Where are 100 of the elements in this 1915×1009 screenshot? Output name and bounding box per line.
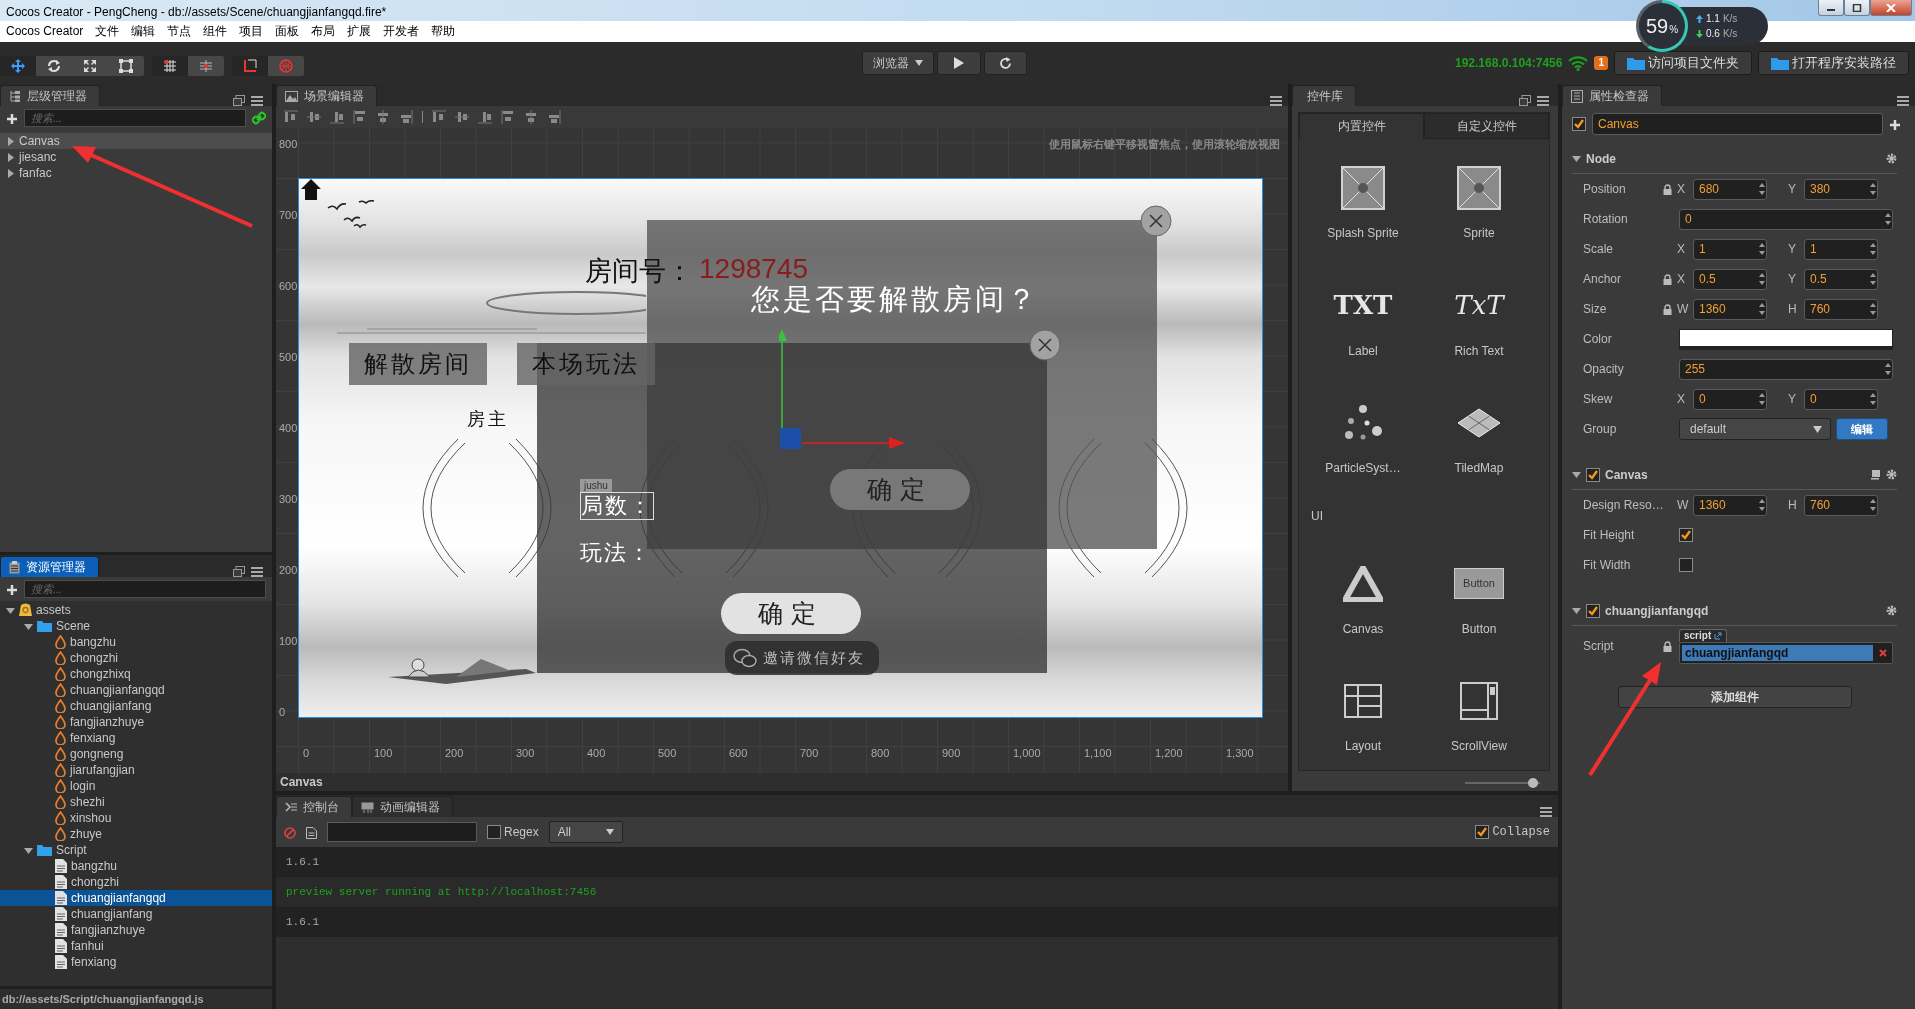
library-tab[interactable]: 内置控件 xyxy=(1299,113,1424,139)
number-field[interactable]: 1360 xyxy=(1693,494,1767,516)
checkbox[interactable] xyxy=(487,825,501,839)
menu-item[interactable]: 项目 xyxy=(233,21,270,42)
checkbox[interactable] xyxy=(1679,528,1693,542)
align-icon[interactable] xyxy=(307,110,321,124)
checkbox[interactable] xyxy=(1475,825,1490,839)
expanded-arrow-icon[interactable] xyxy=(1572,154,1581,163)
align-icon[interactable] xyxy=(353,110,367,124)
menu-item[interactable]: 开发者 xyxy=(377,21,426,42)
confirm-button[interactable]: 确定 xyxy=(721,593,861,634)
align-icon[interactable] xyxy=(455,110,469,124)
group-dropdown[interactable]: default xyxy=(1679,418,1831,440)
tree-item[interactable]: chuangjianfang xyxy=(0,906,272,922)
tree-item[interactable]: Scene xyxy=(0,618,272,634)
expanded-arrow-icon[interactable] xyxy=(24,621,33,631)
align-icon[interactable] xyxy=(330,110,344,124)
tree-item[interactable]: chuangjianfangqd xyxy=(0,890,272,906)
panel-tab[interactable]: 控件库 xyxy=(1292,85,1356,106)
expanded-arrow-icon[interactable] xyxy=(1572,470,1581,479)
refresh-button[interactable] xyxy=(984,51,1027,75)
tree-item[interactable]: chongzhixq xyxy=(0,666,272,682)
tree-item[interactable]: bangzhu xyxy=(0,634,272,650)
tree-item[interactable]: fangjianzhuye xyxy=(0,922,272,938)
menu-item[interactable]: 文件 xyxy=(89,21,126,42)
tree-item[interactable]: fangjianzhuye xyxy=(0,714,272,730)
tree-item[interactable]: fenxiang xyxy=(0,954,272,970)
tree-item[interactable]: chongzhi xyxy=(0,874,272,890)
collapsed-arrow-icon[interactable] xyxy=(6,136,15,146)
tool-button[interactable] xyxy=(0,56,36,76)
widget-label[interactable]: TiledMap xyxy=(1454,459,1504,478)
tree-item[interactable]: jiesanc xyxy=(0,149,272,165)
add-component-button[interactable]: 添加组件 xyxy=(1618,686,1852,708)
tree-item[interactable]: zhuye xyxy=(0,826,272,842)
link-icon[interactable] xyxy=(252,111,266,125)
menu-icon[interactable] xyxy=(1897,96,1909,106)
expanded-arrow-icon[interactable] xyxy=(1572,606,1581,615)
close-button[interactable] xyxy=(1029,329,1061,361)
library-tab[interactable]: 自定义控件 xyxy=(1424,113,1549,139)
popout-icon[interactable] xyxy=(233,566,245,577)
number-field[interactable]: 0 xyxy=(1679,208,1893,230)
number-field[interactable]: 0 xyxy=(1804,388,1878,410)
browser-dropdown[interactable]: 浏览器 xyxy=(862,51,934,75)
menu-item[interactable]: 布局 xyxy=(305,21,342,42)
tree-item[interactable]: Canvas xyxy=(0,133,272,149)
expanded-arrow-icon[interactable] xyxy=(6,605,15,615)
number-field[interactable]: 255 xyxy=(1679,358,1893,380)
widget-label[interactable]: Canvas xyxy=(1342,619,1384,638)
play-button[interactable] xyxy=(937,51,981,75)
name-field[interactable]: Canvas xyxy=(1592,113,1883,135)
widget-label[interactable]: Layout xyxy=(1345,737,1381,756)
script-tag[interactable]: script xyxy=(1679,628,1728,642)
gear-icon[interactable] xyxy=(1886,469,1897,480)
align-icon[interactable] xyxy=(284,110,298,124)
slider-thumb[interactable] xyxy=(1527,778,1538,788)
popout-icon[interactable] xyxy=(233,95,245,106)
close-button[interactable] xyxy=(1140,205,1172,237)
menu-item[interactable]: 节点 xyxy=(161,21,198,42)
tree-item[interactable]: fanhui xyxy=(0,938,272,954)
tree-item[interactable]: Script xyxy=(0,842,272,858)
number-field[interactable]: 1 xyxy=(1804,238,1878,260)
invite-button[interactable]: 邀请微信好友 xyxy=(725,641,879,675)
number-field[interactable]: 760 xyxy=(1804,298,1878,320)
minimize-button[interactable] xyxy=(1818,0,1844,16)
number-field[interactable]: 680 xyxy=(1693,178,1767,200)
panel-tab[interactable]: 资源管理器 xyxy=(0,556,99,577)
align-icon[interactable] xyxy=(547,110,561,124)
console-tab[interactable]: 动画编辑器 xyxy=(352,796,453,817)
widget-label[interactable]: Label xyxy=(1348,341,1378,360)
collapsed-arrow-icon[interactable] xyxy=(6,168,15,178)
script-field[interactable]: chuangjianfangqd xyxy=(1679,641,1893,664)
menu-item[interactable]: 面板 xyxy=(269,21,306,42)
checkbox[interactable] xyxy=(1586,467,1600,482)
menu-item[interactable]: 帮助 xyxy=(425,21,462,42)
align-icon[interactable] xyxy=(376,110,390,124)
number-field[interactable]: 0.5 xyxy=(1693,268,1767,290)
expanded-arrow-icon[interactable] xyxy=(24,845,33,855)
level-dropdown[interactable]: All xyxy=(548,821,623,843)
number-field[interactable]: 760 xyxy=(1804,494,1878,516)
widget-label[interactable]: Rich Text xyxy=(1454,341,1504,360)
widget-label[interactable]: ParticleSyst… xyxy=(1325,459,1401,478)
close-button[interactable] xyxy=(1870,0,1912,16)
tool-button[interactable] xyxy=(152,56,188,76)
tree-item[interactable]: gongneng xyxy=(0,746,272,762)
tool-button[interactable] xyxy=(232,56,268,76)
tree-item[interactable]: fenxiang xyxy=(0,730,272,746)
tree-item[interactable]: login xyxy=(0,778,272,794)
menu-icon[interactable] xyxy=(251,566,263,577)
number-field[interactable]: 0.5 xyxy=(1804,268,1878,290)
search-field[interactable]: 搜索... xyxy=(24,109,246,127)
checkbox[interactable] xyxy=(1679,558,1693,572)
collapsed-arrow-icon[interactable] xyxy=(6,152,15,162)
console-tab[interactable]: 控制台 xyxy=(276,796,352,817)
panel-tab[interactable]: 场景编辑器 xyxy=(276,85,377,106)
number-field[interactable]: 1360 xyxy=(1693,298,1767,320)
menu-item[interactable]: 编辑 xyxy=(125,21,162,42)
search-field[interactable]: 搜索... xyxy=(24,580,266,598)
folder-button[interactable]: 打开程序安装路径 xyxy=(1758,51,1909,75)
align-icon[interactable] xyxy=(524,110,538,124)
widget-label[interactable]: Splash Sprite xyxy=(1327,224,1399,242)
